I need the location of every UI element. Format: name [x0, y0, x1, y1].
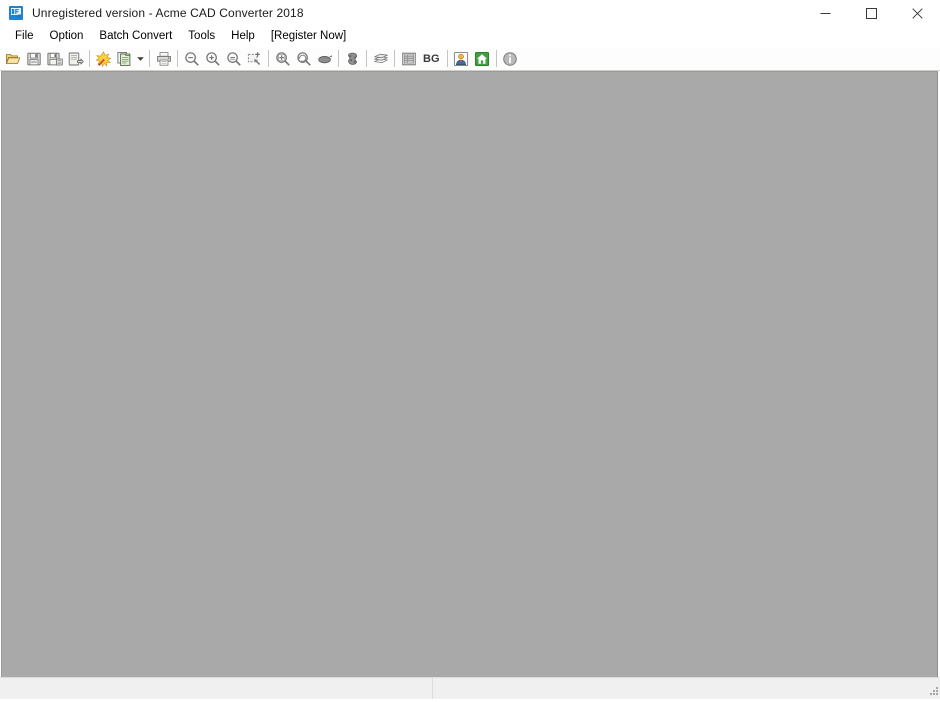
toolbar: BG	[0, 47, 940, 71]
menu-item-help[interactable]: Help	[223, 26, 263, 47]
toolbar-separator	[149, 50, 150, 67]
menu-item-file[interactable]: File	[7, 26, 42, 47]
toolbar-separator	[366, 50, 367, 67]
close-button[interactable]	[894, 0, 940, 26]
client-area-wrapper	[0, 71, 940, 677]
toolbar-separator	[394, 50, 395, 67]
menu-item-batch-convert[interactable]: Batch Convert	[91, 26, 180, 47]
convert-icon[interactable]	[93, 48, 114, 69]
status-pane-left	[0, 678, 433, 699]
zoom-in-icon[interactable]	[202, 48, 223, 69]
status-pane-right	[433, 678, 940, 699]
minimize-button[interactable]	[802, 0, 848, 26]
home-icon[interactable]	[472, 48, 493, 69]
toolbar-separator	[495, 50, 497, 67]
menu-item-register-now[interactable]: [Register Now]	[263, 26, 354, 47]
zoom-previous-icon[interactable]	[293, 48, 314, 69]
zoom-extents-icon[interactable]	[272, 48, 293, 69]
info-icon[interactable]	[500, 48, 521, 69]
batch-convert-dropdown-icon[interactable]	[135, 48, 146, 69]
batch-convert-icon[interactable]	[114, 48, 135, 69]
layers-icon[interactable]	[370, 48, 391, 69]
app-icon	[8, 5, 24, 21]
maximize-button[interactable]	[848, 0, 894, 26]
menu-item-option[interactable]: Option	[42, 26, 92, 47]
resize-grip[interactable]	[926, 685, 939, 698]
toolbar-separator	[446, 50, 448, 67]
menu-item-tools[interactable]: Tools	[180, 26, 223, 47]
export-icon[interactable]	[65, 48, 86, 69]
menu-bar: File Option Batch Convert Tools Help [Re…	[0, 26, 940, 47]
zoom-window-icon[interactable]	[244, 48, 265, 69]
toolbar-separator	[177, 50, 178, 67]
save-icon[interactable]	[23, 48, 44, 69]
user-icon[interactable]	[451, 48, 472, 69]
window-controls	[802, 0, 940, 26]
properties-icon[interactable]	[398, 48, 419, 69]
zoom-reset-icon[interactable]	[223, 48, 244, 69]
title-bar: Unregistered version - Acme CAD Converte…	[0, 0, 940, 26]
status-bar	[0, 677, 940, 699]
window-title: Unregistered version - Acme CAD Converte…	[32, 6, 304, 20]
toolbar-separator	[89, 50, 90, 67]
open-file-icon[interactable]	[2, 48, 23, 69]
document-workspace[interactable]	[1, 71, 938, 677]
application-window: Unregistered version - Acme CAD Converte…	[0, 0, 940, 699]
background-color-button[interactable]: BG	[419, 48, 444, 69]
zoom-out-icon[interactable]	[181, 48, 202, 69]
measure-icon[interactable]	[342, 48, 363, 69]
save-as-icon[interactable]	[44, 48, 65, 69]
pan-icon[interactable]	[314, 48, 335, 69]
print-icon[interactable]	[153, 48, 174, 69]
toolbar-separator	[268, 50, 269, 67]
toolbar-separator	[338, 50, 339, 67]
